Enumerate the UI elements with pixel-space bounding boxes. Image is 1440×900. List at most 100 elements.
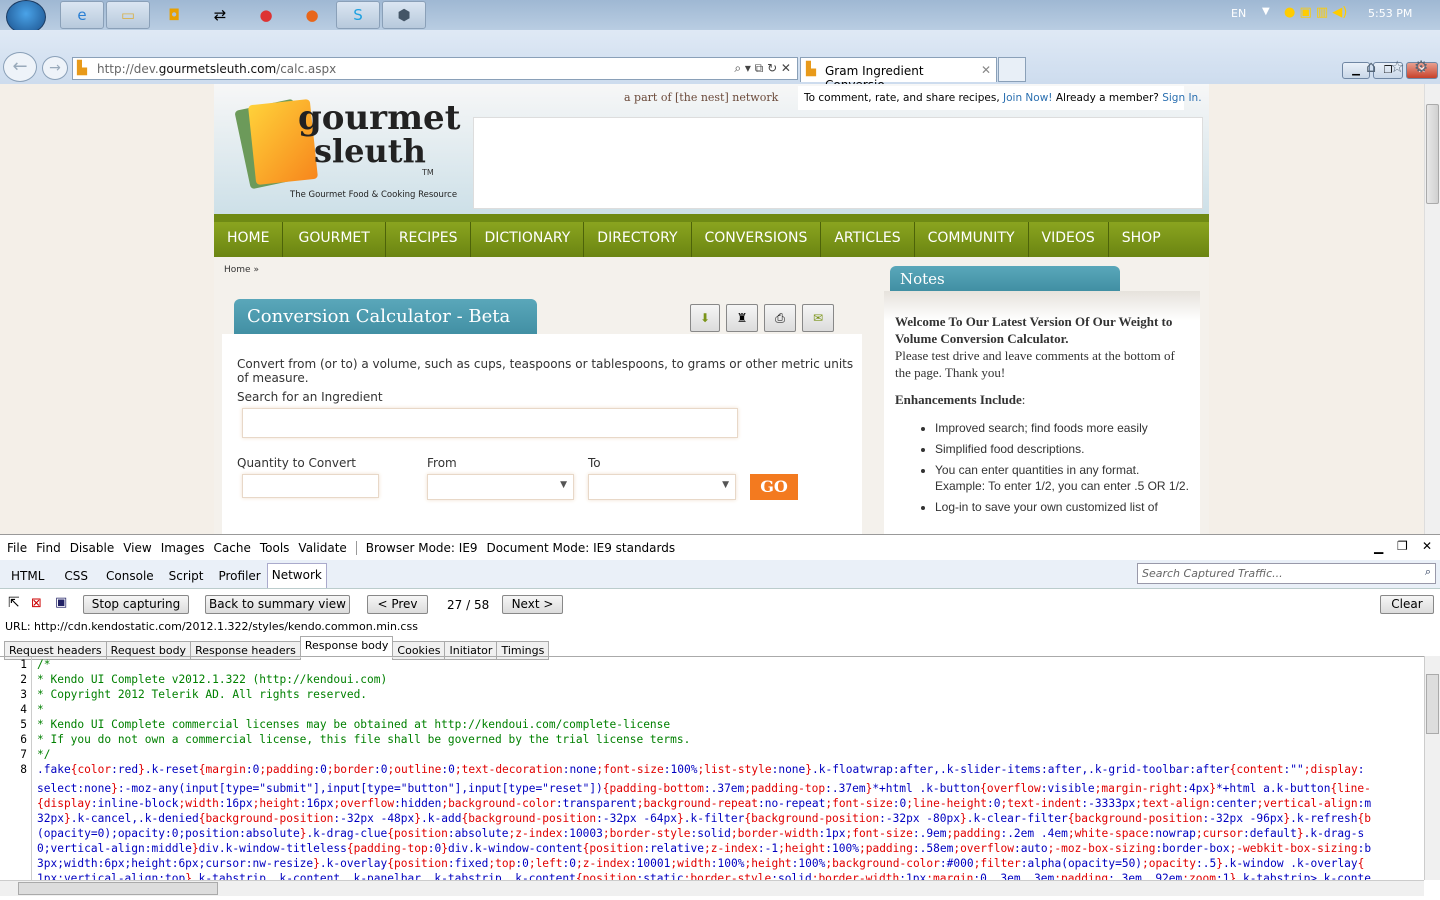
from-select[interactable]: ▼ [427, 474, 574, 500]
outlook-taskbar-icon[interactable]: ◘ [152, 1, 196, 29]
stop-capturing-button[interactable]: Stop capturing [83, 595, 189, 614]
line-number: 6 [0, 732, 32, 747]
nav-gourmet[interactable]: GOURMET [283, 222, 386, 257]
to-select[interactable]: ▼ [588, 474, 736, 500]
nav-shop[interactable]: SHOP [1108, 222, 1209, 257]
menu-disable[interactable]: Disable [70, 541, 115, 555]
tray-expand-icon[interactable]: ▼ [1262, 6, 1270, 17]
tab-gram-ingredient[interactable]: ▙ Gram Ingredient Conversio... ✕ [800, 57, 997, 92]
tab-html[interactable]: HTML [11, 569, 44, 588]
go-button[interactable]: GO [750, 474, 798, 500]
nav-dictionary[interactable]: DICTIONARY [471, 222, 585, 257]
join-link[interactable]: Join Now! [1003, 92, 1053, 104]
scrollbar-thumb[interactable] [1426, 104, 1439, 204]
page-scrollbar[interactable] [1424, 84, 1440, 534]
nav-videos[interactable]: VIDEOS [1028, 222, 1109, 257]
virtualbox-taskbar-icon[interactable]: ⬢ [382, 1, 426, 29]
from-label: From [427, 456, 457, 470]
network-tool-taskbar-icon[interactable]: ⇄ [198, 1, 242, 29]
favorites-star-icon[interactable]: ☆ [1390, 57, 1404, 76]
next-button[interactable]: Next > [502, 595, 563, 614]
forward-button[interactable]: → [42, 56, 68, 80]
close-tab-icon[interactable]: ✕ [981, 63, 991, 77]
calculator-intro: Convert from (or to) a volume, such as c… [237, 357, 854, 385]
new-tab-button[interactable] [998, 57, 1026, 82]
ie-taskbar-icon[interactable]: e [60, 1, 104, 29]
chrome-taskbar-icon[interactable]: ● [244, 1, 288, 29]
print-icon[interactable]: ⎙ [764, 304, 796, 332]
search-captured-traffic-input[interactable]: Search Captured Traffic... ⌕ [1137, 563, 1436, 584]
close-devtools-icon[interactable]: ✕ [1422, 539, 1432, 553]
web-page: gourmet sleuth TM The Gourmet Food & Coo… [0, 84, 1424, 534]
firefox-taskbar-icon[interactable]: ● [290, 1, 334, 29]
colon: : [1021, 392, 1026, 407]
nav-directory[interactable]: DIRECTORY [584, 222, 692, 257]
notes-content: Welcome To Our Latest Version Of Our Wei… [895, 313, 1190, 515]
gear-icon[interactable]: ⚙ [1414, 57, 1428, 76]
menu-file[interactable]: File [7, 541, 27, 555]
chef-icon[interactable]: ♜ [726, 304, 758, 332]
scrollbar-thumb[interactable] [1426, 674, 1439, 734]
logo-tagline: The Gourmet Food & Cooking Resource [290, 190, 458, 200]
nav-community[interactable]: COMMUNITY [914, 222, 1029, 257]
network-link[interactable]: a part of [the nest] network [624, 91, 778, 104]
prev-button[interactable]: < Prev [367, 595, 428, 614]
start-button[interactable] [6, 0, 46, 34]
line-number [0, 792, 32, 807]
tab-network[interactable]: Network [266, 563, 327, 588]
browser-mode-menu[interactable]: Browser Mode: IE9 [366, 541, 478, 555]
clock[interactable]: 5:53 PM [1368, 7, 1412, 20]
subtab-response-body[interactable]: Response body [299, 636, 394, 658]
tray-icons[interactable]: ● ▣ ▥ ◀) [1284, 5, 1347, 20]
menu-find[interactable]: Find [36, 541, 61, 555]
main-nav: HOME GOURMET RECIPES DICTIONARY DIRECTOR… [214, 214, 1209, 257]
code-horizontal-scrollbar[interactable] [0, 880, 1424, 896]
scrollbar-thumb[interactable] [18, 882, 218, 895]
tab-profiler[interactable]: Profiler [218, 569, 260, 588]
search-icon[interactable]: ⌕ [1425, 565, 1431, 579]
tab-console[interactable]: Console [106, 569, 154, 588]
download-icon[interactable]: ⬇ [690, 304, 720, 332]
clear-button[interactable]: Clear [1380, 595, 1434, 614]
skype-taskbar-icon[interactable]: S [336, 1, 380, 29]
code-line: 7 */ [0, 747, 1424, 762]
document-mode-menu[interactable]: Document Mode: IE9 standards [487, 541, 676, 555]
code-text: * If you do not own a commercial license… [37, 733, 691, 746]
response-body-code[interactable]: 1 /* 2 * Kendo UI Complete v2012.1.322 (htt… [0, 656, 1424, 880]
code-line: {display:inline-block;width:16px;height:… [0, 792, 1424, 810]
undock-devtools-icon[interactable]: ❐ [1397, 539, 1408, 553]
breadcrumb[interactable]: Home » [224, 265, 259, 275]
menu-tools[interactable]: Tools [260, 541, 290, 555]
menu-view[interactable]: View [123, 541, 151, 555]
language-indicator[interactable]: EN [1231, 7, 1246, 20]
quantity-input[interactable] [242, 474, 379, 498]
explorer-taskbar-icon[interactable]: ▭ [106, 1, 150, 29]
tab-script[interactable]: Script [169, 569, 204, 588]
clear-entries-icon[interactable]: ⊠ [31, 596, 42, 611]
line-number: 5 [0, 717, 32, 732]
save-icon[interactable]: ▣ [55, 595, 67, 610]
line-number: 8 [0, 762, 32, 777]
ingredient-search-input[interactable] [242, 408, 738, 438]
code-vertical-scrollbar[interactable] [1424, 656, 1440, 880]
menu-images[interactable]: Images [161, 541, 205, 555]
menu-cache[interactable]: Cache [214, 541, 251, 555]
select-element-icon[interactable]: ⇱ [8, 595, 20, 611]
back-button[interactable]: ← [3, 52, 37, 82]
nav-home[interactable]: HOME [214, 222, 284, 257]
login-text: To comment, rate, and share recipes, [804, 92, 1003, 104]
tab-css[interactable]: CSS [64, 569, 88, 588]
address-bar[interactable]: ▙ http://dev.gourmetsleuth.com/calc.aspx… [72, 57, 798, 80]
back-to-summary-button[interactable]: Back to summary view [205, 595, 350, 614]
nav-conversions[interactable]: CONVERSIONS [691, 222, 822, 257]
home-icon[interactable]: ⌂ [1366, 57, 1376, 76]
line-number: 4 [0, 702, 32, 717]
menu-validate[interactable]: Validate [298, 541, 357, 555]
signin-link[interactable]: Sign In. [1162, 92, 1201, 104]
code-text: /* [37, 658, 51, 671]
address-actions-icons[interactable]: ⌕ ▾ ⧉ ↻ ✕ [734, 61, 791, 76]
minimize-devtools-icon[interactable]: ▁ [1374, 540, 1383, 554]
nav-recipes[interactable]: RECIPES [385, 222, 472, 257]
email-icon[interactable]: ✉ [802, 304, 834, 332]
nav-articles[interactable]: ARTICLES [821, 222, 915, 257]
